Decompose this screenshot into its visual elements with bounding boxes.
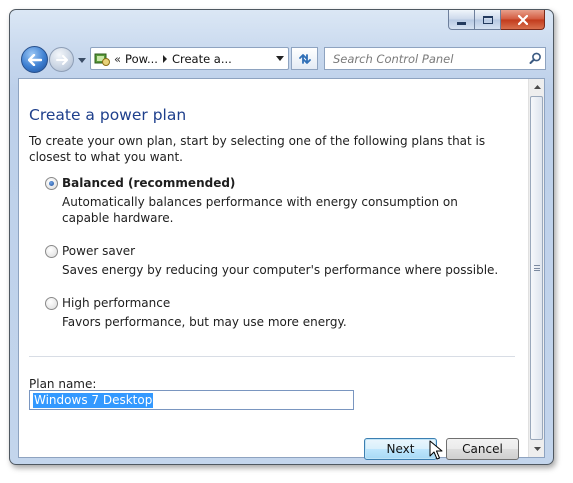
- maximize-button[interactable]: [475, 10, 501, 30]
- search-icon[interactable]: [525, 52, 545, 65]
- intro-text: To create your own plan, start by select…: [29, 134, 486, 164]
- radio-balanced[interactable]: [45, 177, 58, 190]
- cancel-button[interactable]: Cancel: [446, 438, 519, 460]
- breadcrumb-create-plan[interactable]: Create a...: [172, 52, 232, 66]
- refresh-icon: [298, 53, 311, 64]
- chevron-down-icon: [533, 447, 541, 451]
- minimize-button[interactable]: [448, 10, 475, 30]
- plan-description: Favors performance, but may use more ene…: [62, 315, 347, 329]
- forward-button[interactable]: [49, 47, 74, 72]
- arrow-right-icon: [55, 54, 68, 65]
- page-title: Create a power plan: [29, 106, 187, 124]
- vertical-scrollbar[interactable]: [528, 79, 544, 457]
- breadcrumb-power-options[interactable]: Pow...: [125, 52, 158, 66]
- scroll-thumb[interactable]: [530, 96, 543, 440]
- scroll-up-button[interactable]: [529, 79, 545, 95]
- radio-high-performance[interactable]: [45, 297, 58, 310]
- overflow-chevron-icon: «: [114, 51, 122, 66]
- address-bar[interactable]: « Pow... Create a...: [90, 47, 289, 70]
- mouse-cursor-icon: [429, 440, 443, 460]
- arrow-left-icon: [27, 53, 42, 66]
- close-button[interactable]: [501, 10, 545, 30]
- plan-description: Automatically balances performance with …: [62, 195, 458, 225]
- divider: [29, 356, 515, 357]
- plan-label[interactable]: High performance: [62, 295, 170, 311]
- window-controls: [448, 10, 545, 30]
- minimize-icon: [457, 21, 466, 25]
- back-button[interactable]: [21, 46, 48, 73]
- content-pane: Create a power plan To create your own p…: [18, 78, 545, 460]
- radio-power-saver[interactable]: [45, 245, 58, 258]
- recent-pages-dropdown[interactable]: [77, 56, 87, 64]
- search-box[interactable]: [324, 47, 546, 70]
- chevron-down-icon: [78, 57, 86, 63]
- plan-name-field[interactable]: Windows 7 Desktop: [29, 390, 354, 410]
- plan-label[interactable]: Power saver: [62, 243, 135, 259]
- next-button[interactable]: Next: [364, 438, 437, 460]
- chevron-down-icon: [276, 56, 284, 61]
- breadcrumb-separator-icon: [162, 52, 168, 66]
- scroll-down-button[interactable]: [529, 441, 545, 457]
- plan-description: Saves energy by reducing your computer's…: [62, 263, 499, 277]
- grip-icon: [533, 265, 540, 271]
- plan-name-value[interactable]: Windows 7 Desktop: [33, 392, 154, 408]
- chevron-up-icon: [533, 85, 541, 89]
- close-icon: [517, 14, 528, 25]
- search-input[interactable]: [331, 49, 525, 68]
- maximize-icon: [482, 15, 493, 24]
- plan-name-label: Plan name:: [29, 377, 97, 391]
- address-dropdown[interactable]: [272, 48, 288, 69]
- refresh-button[interactable]: [291, 47, 318, 70]
- control-panel-icon: [94, 53, 110, 66]
- plan-label[interactable]: Balanced (recommended): [62, 175, 235, 191]
- control-panel-window: « Pow... Create a... Create a power plan…: [9, 9, 554, 465]
